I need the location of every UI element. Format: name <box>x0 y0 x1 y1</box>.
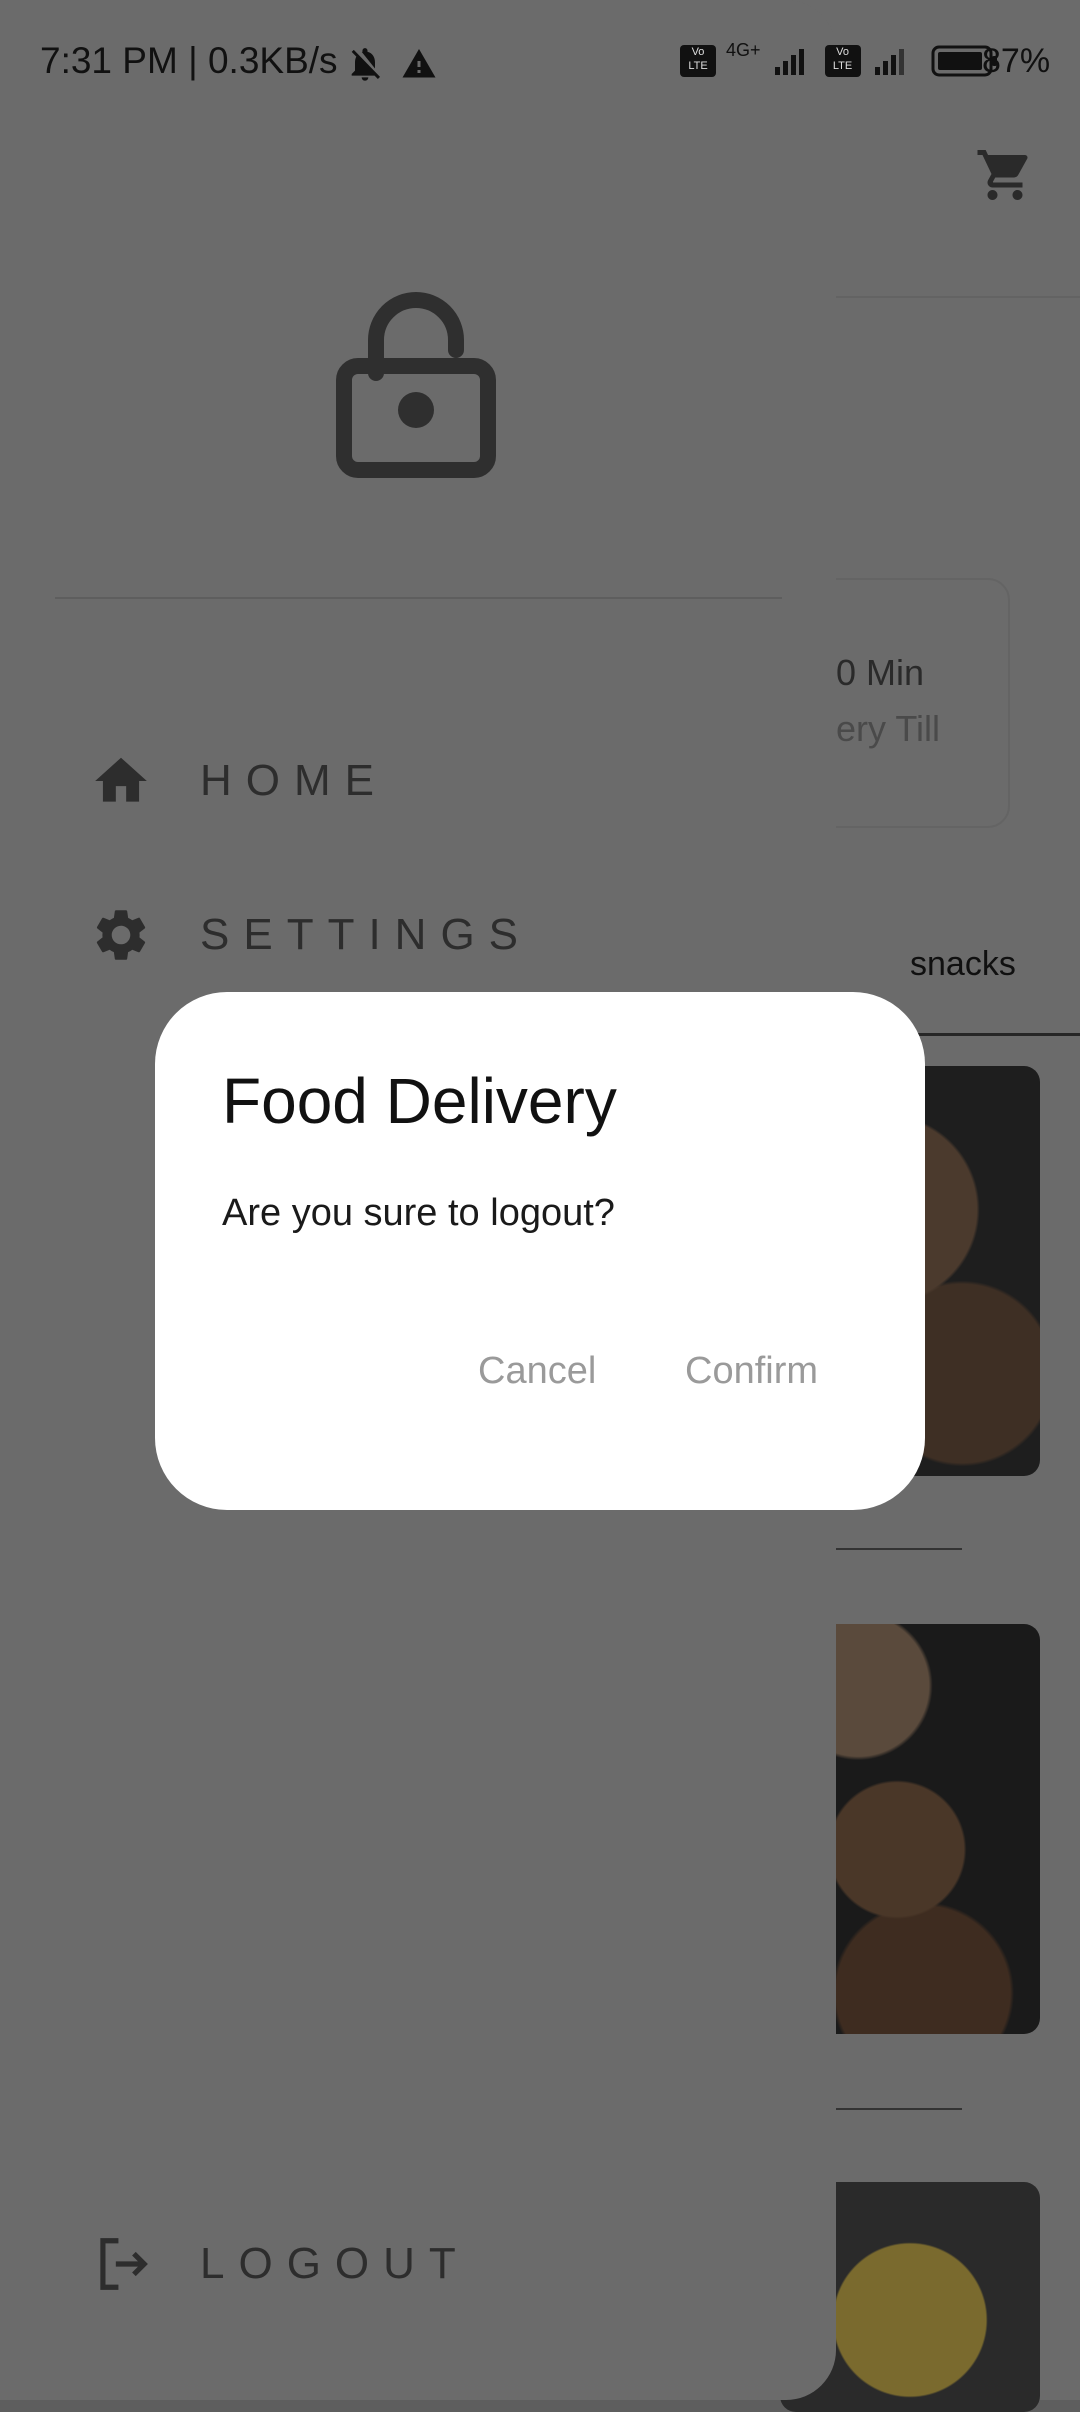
dialog-title: Food Delivery <box>222 1065 617 1137</box>
unlock-icon <box>336 292 496 478</box>
bell-off-icon <box>351 48 380 81</box>
battery-percentage: 87% <box>982 42 1051 80</box>
dialog-message: Are you sure to logout? <box>222 1192 615 1234</box>
drawer-item-logout[interactable]: LOGOUT <box>90 2233 470 2295</box>
logout-icon <box>100 2238 148 2290</box>
list-divider <box>836 2108 962 2110</box>
status-bar-indicators: Vo LTE 4G+ Vo LTE <box>680 40 999 78</box>
network-type: 4G+ <box>726 39 761 60</box>
volte-icon: Vo LTE <box>824 45 861 77</box>
volte-icon: Vo LTE <box>680 45 716 77</box>
logout-dialog: Food Delivery Are you sure to logout? Ca… <box>155 992 925 1510</box>
gear-icon <box>96 910 146 960</box>
warning-icon <box>402 49 436 78</box>
tab-snacks[interactable]: snacks <box>910 945 1016 984</box>
header-divider <box>836 296 1080 298</box>
drawer-divider <box>55 597 782 599</box>
drawer-item-home[interactable]: HOME <box>90 750 388 812</box>
list-divider <box>836 1548 962 1550</box>
drawer-item-label: SETTINGS <box>200 910 533 959</box>
drawer-item-label: HOME <box>200 756 388 805</box>
home-icon <box>95 757 147 802</box>
offer-delivery-time: 0 Min <box>836 652 925 693</box>
drawer-item-settings[interactable]: SETTINGS <box>90 904 532 966</box>
signal-icon <box>774 49 804 75</box>
cancel-button[interactable]: Cancel <box>478 1350 596 1393</box>
cart-icon[interactable] <box>975 145 1035 205</box>
offer-delivery-text: ery Till <box>836 708 941 749</box>
status-bar-time: 7:31 PM | 0.3KB/s <box>40 40 338 81</box>
drawer-item-label: LOGOUT <box>200 2239 470 2288</box>
confirm-button[interactable]: Confirm <box>685 1350 818 1393</box>
signal-icon <box>874 49 904 75</box>
